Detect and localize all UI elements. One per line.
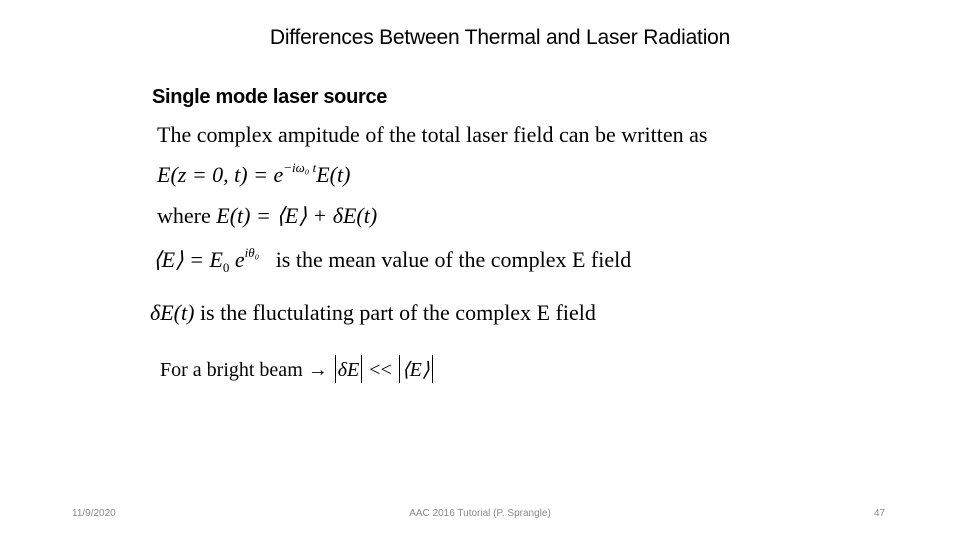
- equation-mean-value: ⟨E⟩ = E0 eiθ₀ is the mean value of the c…: [153, 245, 631, 276]
- eq1-exponent: −iω₀ t: [283, 160, 317, 175]
- abs-bar-icon: [398, 355, 400, 383]
- eq2-body: E(t) = ⟨E⟩ + δE(t): [216, 203, 378, 228]
- equation-decomposition: where E(t) = ⟨E⟩ + δE(t): [157, 203, 377, 229]
- eq1-lhs: E(z = 0, t) = e: [157, 162, 284, 187]
- slide-subtitle: Single mode laser source: [152, 86, 388, 108]
- eq2-prefix: where: [157, 203, 217, 228]
- slide-number: 47: [874, 508, 886, 519]
- eq5-b: ⟨E⟩: [401, 359, 430, 381]
- abs-bar-icon: [431, 355, 433, 383]
- abs-bar-icon: [361, 355, 363, 383]
- equation-field-definition: E(z = 0, t) = e−iω₀ tE(t): [157, 160, 350, 188]
- abs-bar-icon: [334, 355, 336, 383]
- footer-center: AAC 2016 Tutorial (P. Sprangle): [409, 508, 551, 519]
- eq3-e: e: [229, 247, 245, 272]
- eq4-math: δE(t): [150, 300, 195, 325]
- eq3-text: is the mean value of the complex E field: [275, 247, 632, 272]
- eq1-rhs: E(t): [316, 162, 351, 187]
- eq3-exponent: iθ₀: [244, 245, 260, 260]
- intro-line: The complex ampitude of the total laser …: [157, 122, 708, 147]
- slide-title: Differences Between Thermal and Laser Ra…: [269, 26, 731, 49]
- eq5-a: δE: [337, 359, 360, 381]
- equation-fluctuating-part: δE(t) is the fluctulating part of the co…: [150, 300, 596, 326]
- eq3-lhs: ⟨E⟩ = E: [153, 247, 223, 272]
- eq5-op: <<: [364, 359, 397, 381]
- eq5-text: For a bright beam →: [160, 359, 333, 381]
- eq4-text: is the fluctulating part of the complex …: [194, 300, 596, 325]
- equation-bright-beam: For a bright beam → δE << ⟨E⟩: [160, 355, 435, 383]
